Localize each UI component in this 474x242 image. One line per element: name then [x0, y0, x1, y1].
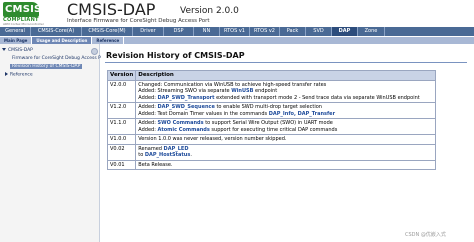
- subtab-main-page[interactable]: Main Page: [0, 37, 33, 44]
- product-version: Version 2.0.0: [180, 6, 239, 16]
- sidebar-item-label: CMSIS-DAP: [8, 48, 33, 53]
- page-title: Revision History of CMSIS-DAP: [106, 51, 245, 60]
- logo-small-text: ARM Cortex Microcontroller: [3, 22, 44, 26]
- description-line: to DAP_HostStatus.: [138, 152, 433, 159]
- description-text: .: [190, 152, 192, 158]
- description-text: Added:: [138, 94, 158, 101]
- description-text: Added:: [138, 126, 158, 133]
- description-text: support for executing time critical DAP …: [209, 126, 338, 133]
- sidebar-item-label: Revision History of CMSIS-DAP: [12, 64, 81, 69]
- sidebar-sync-toggle-icon[interactable]: [91, 48, 98, 55]
- expand-arrow-icon[interactable]: [2, 48, 6, 51]
- subtab-usage-and-description[interactable]: Usage and Description: [32, 37, 93, 44]
- tab-driver[interactable]: Driver: [133, 27, 164, 36]
- sidebar-item-reference[interactable]: Reference: [5, 72, 33, 78]
- product-subtitle: Interface Firmware for CoreSight Debug A…: [67, 18, 210, 24]
- table-row: V0.01 Beta Release.: [106, 159, 436, 170]
- sidebar-item-cmsis-dap[interactable]: CMSIS-DAP: [2, 48, 33, 53]
- revision-history-table: Version Description V2.0.0 Changed: Commu…: [106, 70, 436, 170]
- description-text: Beta Release.: [138, 161, 173, 168]
- version-cell: V1.2.0: [106, 102, 137, 119]
- table-row: V1.2.0 Added: DAP_SWD_Sequence to enable …: [106, 102, 436, 119]
- tab-dsp[interactable]: DSP: [164, 27, 194, 36]
- tab-general[interactable]: General: [0, 27, 31, 36]
- description-text: Changed: Communication via WinUSB to ach…: [138, 81, 327, 88]
- description-line: Added: Test Domain Timer values in the c…: [138, 111, 433, 118]
- tab-cmsis-core-m[interactable]: CMSIS-Core(M): [82, 27, 133, 36]
- api-link[interactable]: DAP_Info, DAP_Transfer: [269, 111, 335, 117]
- sidebar-item-revision-history[interactable]: Revision History of CMSIS-DAP: [10, 64, 83, 69]
- description-text: Added:: [138, 104, 158, 110]
- description-cell: Renamed DAP_LED to DAP_HostStatus.: [135, 143, 436, 161]
- description-cell: Version 1.0.0 was never released, versio…: [135, 134, 436, 145]
- version-cell: V1.0.0: [106, 134, 137, 145]
- sidebar-item-label: Firmware for CoreSight Debug Access Port: [12, 56, 108, 61]
- sub-tab-bar: Main Page Usage and Description Referenc…: [0, 37, 474, 44]
- description-text: Added: Streaming SWO via separate: [138, 88, 232, 94]
- description-text: Renamed: [138, 145, 164, 152]
- sidebar-item-firmware[interactable]: Firmware for CoreSight Debug Access Port: [12, 56, 107, 61]
- table-row: V1.0.0 Version 1.0.0 was never released, …: [106, 134, 436, 145]
- version-cell: V1.1.0: [106, 118, 137, 135]
- tab-rtos-v2[interactable]: RTOS v2: [250, 27, 280, 36]
- table-row: V0.02 Renamed DAP_LED to DAP_HostStatus.: [106, 143, 436, 161]
- table-body: V2.0.0 Changed: Communication via WinUSB …: [106, 79, 436, 170]
- table-row: V1.1.0 Added: SWO Commands to support Ser…: [106, 118, 436, 135]
- api-link[interactable]: SWO Commands: [157, 120, 203, 126]
- version-cell: V0.02: [106, 143, 137, 161]
- description-text: extended with transport mode 2 - Send tr…: [214, 94, 420, 101]
- tab-pack[interactable]: Pack: [280, 27, 306, 36]
- description-text: to support Serial Wire Output (SWO) in U…: [203, 120, 333, 126]
- column-header-description: Description: [135, 70, 436, 81]
- sidebar-nav: CMSIS-DAP Firmware for CoreSight Debug A…: [0, 44, 107, 242]
- version-cell: V0.01: [106, 159, 137, 170]
- description-cell: Added: DAP_SWD_Sequence to enable SWD mu…: [135, 102, 436, 119]
- description-line: Added: Atomic Commands support for execu…: [138, 127, 433, 134]
- api-link[interactable]: WinUSB: [231, 88, 253, 94]
- description-text: Version 1.0.0 was never released, versio…: [138, 136, 287, 142]
- table-header-row: Version Description: [106, 70, 436, 81]
- description-line: Version 1.0.0 was never released, versio…: [138, 136, 433, 143]
- tab-rtos-v1[interactable]: RTOS v1: [220, 27, 250, 36]
- subtab-reference[interactable]: Reference: [92, 37, 125, 44]
- api-link[interactable]: Atomic Commands: [157, 127, 209, 133]
- description-cell: Changed: Communication via WinUSB to ach…: [135, 79, 436, 103]
- api-link[interactable]: DAP_HostStatus: [145, 152, 190, 158]
- csdn-watermark: CSDN @优嵌入式: [405, 232, 446, 238]
- description-text: to enable SWD multi-drop target selectio…: [214, 104, 322, 110]
- description-text: to: [138, 152, 145, 158]
- tab-cmsis-core-a[interactable]: CMSIS-Core(A): [31, 27, 82, 36]
- api-link[interactable]: DAP_SWD_Sequence: [157, 104, 214, 110]
- tab-svd[interactable]: SVD: [306, 27, 332, 36]
- tab-zone[interactable]: Zone: [358, 27, 385, 36]
- main-content: Revision History of CMSIS-DAP Version De…: [101, 44, 474, 242]
- description-text: Added:: [138, 120, 158, 126]
- api-link[interactable]: DAP_LED: [164, 146, 189, 152]
- table-row: V2.0.0 Changed: Communication via WinUSB …: [106, 79, 436, 103]
- title-divider: [105, 62, 467, 63]
- tab-nn[interactable]: NN: [194, 27, 220, 36]
- sidebar-item-label: Reference: [10, 72, 33, 78]
- description-line: Added: DAP_SWD_Transport extended with t…: [138, 95, 433, 102]
- logo-main-text: CMSIS: [3, 2, 42, 17]
- description-text: Added: Test Domain Timer values in the c…: [138, 110, 269, 117]
- cmsis-logo[interactable]: CMSIS COMPLIANT ARM Cortex Microcontroll…: [3, 2, 55, 26]
- main-tab-bar: General CMSIS-Core(A) CMSIS-Core(M) Driv…: [0, 27, 474, 36]
- description-line: Beta Release.: [138, 162, 433, 169]
- page-header: CMSIS COMPLIANT ARM Cortex Microcontroll…: [0, 0, 474, 26]
- product-title: CMSIS-DAP: [67, 0, 156, 19]
- description-cell: Beta Release.: [135, 159, 436, 170]
- version-cell: V2.0.0: [106, 79, 137, 103]
- description-cell: Added: SWO Commands to support Serial Wi…: [135, 118, 436, 135]
- column-header-version: Version: [106, 70, 137, 81]
- collapse-arrow-icon[interactable]: [5, 72, 8, 76]
- description-text: endpoint: [253, 88, 278, 94]
- api-link[interactable]: DAP_SWD_Transport: [157, 95, 214, 101]
- tab-dap[interactable]: DAP: [332, 27, 358, 36]
